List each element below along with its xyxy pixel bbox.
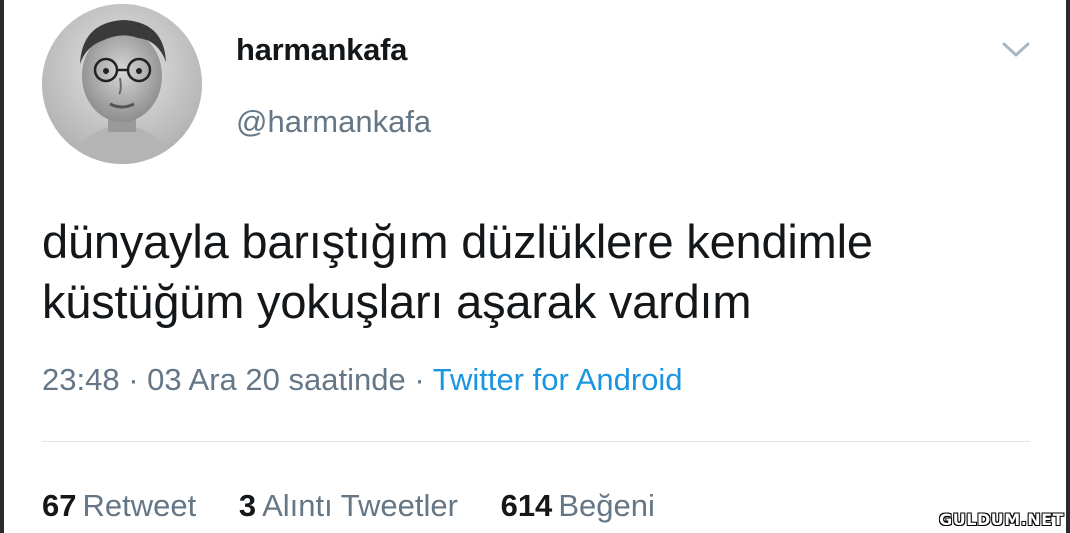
tweet-text: dünyayla barıştığım düzlüklere kendimle … [42,212,1032,332]
meta-separator: · [414,362,425,397]
profile-photo [42,4,202,164]
chevron-down-icon[interactable] [998,38,1034,62]
watermark: GULDUM.NET [939,510,1064,529]
tweet-date[interactable]: 03 Ara 20 saatinde [147,362,406,397]
retweet-stat[interactable]: 67 Retweet [42,488,196,524]
author-handle[interactable]: @harmankafa [236,104,431,140]
divider [42,441,1030,442]
tweet-time[interactable]: 23:48 [42,362,120,397]
retweet-label: Retweet [82,488,197,523]
tweet-text-line: küstüğüm yokuşları aşarak vardım [42,275,752,328]
retweet-count: 67 [42,488,77,523]
author-display-name[interactable]: harmankafa [236,32,407,68]
right-border [1066,0,1070,533]
tweet-text-line: dünyayla barıştığım düzlüklere kendimle [42,215,873,268]
quote-tweets-label: Alıntı Tweetler [262,488,458,523]
tweet-stats: 67 Retweet 3 Alıntı Tweetler 614 Beğeni [42,488,689,524]
tweet-source-link[interactable]: Twitter for Android [433,362,683,397]
likes-stat[interactable]: 614 Beğeni [501,488,655,524]
likes-count: 614 [500,488,553,523]
likes-label: Beğeni [558,488,655,523]
quote-tweets-stat[interactable]: 3 Alıntı Tweetler [239,488,458,524]
left-border [0,0,4,533]
avatar[interactable] [42,4,202,164]
tweet-meta: 23:48 · 03 Ara 20 saatinde · Twitter for… [42,362,683,398]
meta-separator: · [128,362,139,397]
quote-tweets-count: 3 [238,488,257,523]
